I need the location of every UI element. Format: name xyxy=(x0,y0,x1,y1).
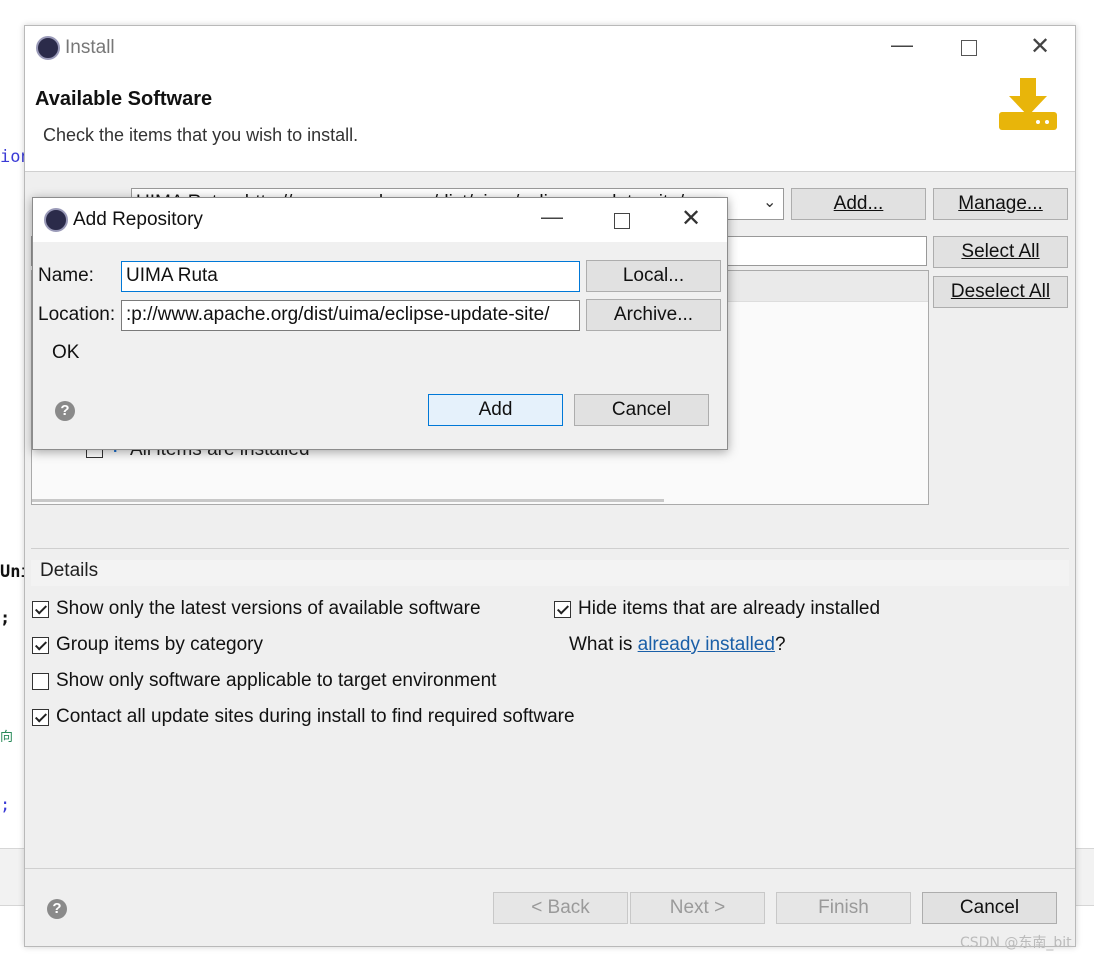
target-env-checkbox[interactable] xyxy=(32,673,49,690)
deselect-all-label: Deselect All xyxy=(950,281,1051,302)
chevron-down-icon[interactable]: ⌄ xyxy=(763,192,776,212)
manage-button[interactable]: Manage... xyxy=(933,188,1068,220)
watermark: CSDN @东南_bit xyxy=(960,935,1072,951)
separator xyxy=(25,868,1075,869)
install-window: Install — ✕ Available Software Check the… xyxy=(24,25,1076,947)
close-icon[interactable]: ✕ xyxy=(1030,35,1050,59)
cancel-button[interactable]: Cancel xyxy=(574,394,709,426)
hide-installed-checkbox[interactable] xyxy=(554,601,571,618)
help-icon[interactable]: ? xyxy=(55,401,75,421)
contact-sites-label: Contact all update sites during install … xyxy=(56,706,575,727)
eclipse-icon xyxy=(44,208,68,232)
add-site-label: Add... xyxy=(833,193,884,214)
window-titlebar: Install — ✕ xyxy=(25,26,1075,70)
help-icon[interactable]: ? xyxy=(47,899,67,919)
horizontal-scrollbar[interactable] xyxy=(32,499,664,502)
group-by-category-checkbox[interactable] xyxy=(32,637,49,654)
already-installed-link[interactable]: already installed xyxy=(638,634,775,655)
install-download-icon xyxy=(999,78,1057,130)
contact-sites-checkbox[interactable] xyxy=(32,709,49,726)
maximize-icon[interactable] xyxy=(961,40,977,56)
local-button[interactable]: Local... xyxy=(586,260,721,292)
close-icon[interactable]: ✕ xyxy=(681,207,701,231)
select-all-button[interactable]: Select All xyxy=(933,236,1068,268)
location-input[interactable]: :p://www.apache.org/dist/uima/eclipse-up… xyxy=(121,300,580,331)
window-title: Install xyxy=(65,37,115,58)
background-code-text: 向 xyxy=(0,730,14,745)
status-message: OK xyxy=(52,342,80,363)
finish-button[interactable]: Finish xyxy=(776,892,911,924)
separator xyxy=(31,548,1069,549)
next-button[interactable]: Next > xyxy=(630,892,765,924)
page-title: Available Software xyxy=(35,88,213,110)
add-repository-dialog: Add Repository — ✕ Name: UIMA Ruta Local… xyxy=(32,197,728,450)
location-label: Location: xyxy=(38,304,116,325)
hide-installed-label: Hide items that are already installed xyxy=(578,598,881,619)
cancel-button[interactable]: Cancel xyxy=(922,892,1057,924)
latest-versions-label: Show only the latest versions of availab… xyxy=(56,598,481,619)
name-label: Name: xyxy=(38,265,94,286)
wizard-header: Available Software Check the items that … xyxy=(25,70,1075,172)
back-button[interactable]: < Back xyxy=(493,892,628,924)
page-subtitle: Check the items that you wish to install… xyxy=(43,125,359,145)
dialog-titlebar: Add Repository — ✕ xyxy=(33,198,727,242)
target-env-label: Show only software applicable to target … xyxy=(56,670,497,691)
latest-versions-checkbox[interactable] xyxy=(32,601,49,618)
archive-button[interactable]: Archive... xyxy=(586,299,721,331)
background-code-text: ; xyxy=(0,795,11,815)
group-by-category-label: Group items by category xyxy=(56,634,263,655)
maximize-icon[interactable] xyxy=(614,213,630,229)
manage-label: Manage... xyxy=(958,193,1043,214)
add-button[interactable]: Add xyxy=(428,394,563,426)
minimize-icon[interactable]: — xyxy=(541,206,563,228)
eclipse-icon xyxy=(36,36,60,60)
what-is-suffix: ? xyxy=(774,634,786,655)
dialog-title: Add Repository xyxy=(73,209,203,230)
add-site-button[interactable]: Add... xyxy=(791,188,926,220)
deselect-all-button[interactable]: Deselect All xyxy=(933,276,1068,308)
background-code-text: ; xyxy=(0,608,11,628)
name-input[interactable]: UIMA Ruta xyxy=(121,261,580,292)
what-is-installed-text: What is already installed? xyxy=(569,634,786,656)
minimize-icon[interactable]: — xyxy=(891,34,913,56)
what-is-prefix: What is xyxy=(569,634,638,655)
details-area xyxy=(31,560,1069,586)
details-label: Details xyxy=(40,560,99,581)
select-all-label: Select All xyxy=(961,241,1040,262)
